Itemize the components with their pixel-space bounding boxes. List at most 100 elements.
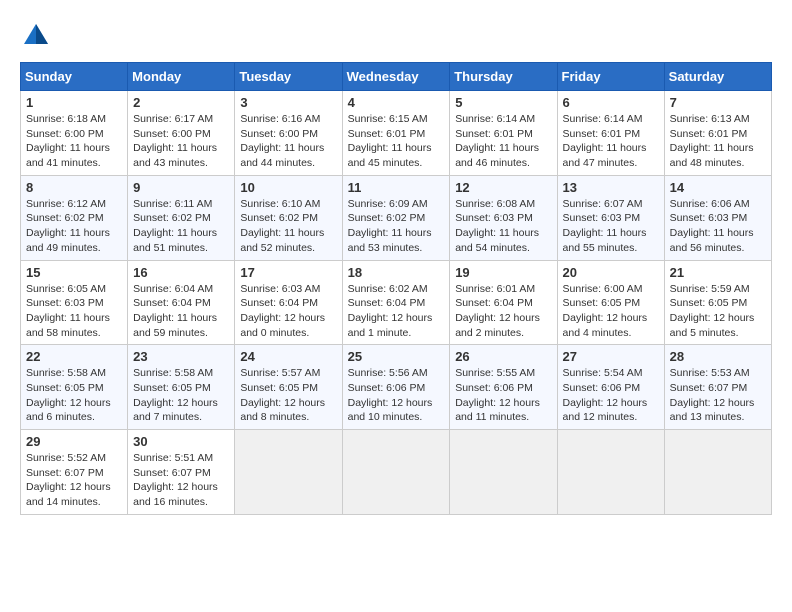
calendar-week-row: 29 Sunrise: 5:52 AMSunset: 6:07 PMDayligh…	[21, 430, 772, 515]
day-number: 12	[455, 180, 551, 195]
calendar-week-row: 1 Sunrise: 6:18 AMSunset: 6:00 PMDaylight…	[21, 91, 772, 176]
day-header-monday: Monday	[128, 63, 235, 91]
day-info: Sunrise: 6:02 AMSunset: 6:04 PMDaylight:…	[348, 282, 445, 341]
calendar-cell: 23 Sunrise: 5:58 AMSunset: 6:05 PMDayligh…	[128, 345, 235, 430]
day-info: Sunrise: 6:14 AMSunset: 6:01 PMDaylight:…	[563, 112, 659, 171]
day-number: 7	[670, 95, 766, 110]
calendar-cell: 25 Sunrise: 5:56 AMSunset: 6:06 PMDayligh…	[342, 345, 450, 430]
logo-icon	[20, 20, 52, 52]
day-number: 6	[563, 95, 659, 110]
calendar-cell: 8 Sunrise: 6:12 AMSunset: 6:02 PMDaylight…	[21, 175, 128, 260]
day-info: Sunrise: 6:06 AMSunset: 6:03 PMDaylight:…	[670, 197, 766, 256]
day-number: 8	[26, 180, 122, 195]
day-info: Sunrise: 5:59 AMSunset: 6:05 PMDaylight:…	[670, 282, 766, 341]
day-number: 23	[133, 349, 229, 364]
calendar-cell: 30 Sunrise: 5:51 AMSunset: 6:07 PMDayligh…	[128, 430, 235, 515]
day-info: Sunrise: 6:16 AMSunset: 6:00 PMDaylight:…	[240, 112, 336, 171]
day-number: 15	[26, 265, 122, 280]
calendar-cell	[450, 430, 557, 515]
page-header	[20, 20, 772, 52]
day-info: Sunrise: 6:07 AMSunset: 6:03 PMDaylight:…	[563, 197, 659, 256]
day-info: Sunrise: 5:52 AMSunset: 6:07 PMDaylight:…	[26, 451, 122, 510]
day-number: 27	[563, 349, 659, 364]
day-number: 17	[240, 265, 336, 280]
calendar-cell	[235, 430, 342, 515]
calendar-cell: 18Sunrise: 6:02 AMSunset: 6:04 PMDayligh…	[342, 260, 450, 345]
calendar-week-row: 15 Sunrise: 6:05 AMSunset: 6:03 PMDayligh…	[21, 260, 772, 345]
day-info: Sunrise: 6:11 AMSunset: 6:02 PMDaylight:…	[133, 197, 229, 256]
calendar-cell: 26 Sunrise: 5:55 AMSunset: 6:06 PMDayligh…	[450, 345, 557, 430]
calendar-cell: 6 Sunrise: 6:14 AMSunset: 6:01 PMDaylight…	[557, 91, 664, 176]
day-number: 25	[348, 349, 445, 364]
logo	[20, 20, 56, 52]
day-number: 26	[455, 349, 551, 364]
calendar-cell: 1 Sunrise: 6:18 AMSunset: 6:00 PMDaylight…	[21, 91, 128, 176]
calendar-cell: 10 Sunrise: 6:10 AMSunset: 6:02 PMDayligh…	[235, 175, 342, 260]
day-info: Sunrise: 6:10 AMSunset: 6:02 PMDaylight:…	[240, 197, 336, 256]
day-number: 2	[133, 95, 229, 110]
calendar-cell: 15 Sunrise: 6:05 AMSunset: 6:03 PMDayligh…	[21, 260, 128, 345]
calendar-cell	[342, 430, 450, 515]
day-number: 3	[240, 95, 336, 110]
calendar-cell: 7 Sunrise: 6:13 AMSunset: 6:01 PMDaylight…	[664, 91, 771, 176]
day-number: 28	[670, 349, 766, 364]
day-info: Sunrise: 5:55 AMSunset: 6:06 PMDaylight:…	[455, 366, 551, 425]
day-info: Sunrise: 5:56 AMSunset: 6:06 PMDaylight:…	[348, 366, 445, 425]
day-info: Sunrise: 5:51 AMSunset: 6:07 PMDaylight:…	[133, 451, 229, 510]
calendar-cell: 21 Sunrise: 5:59 AMSunset: 6:05 PMDayligh…	[664, 260, 771, 345]
calendar-cell: 28 Sunrise: 5:53 AMSunset: 6:07 PMDayligh…	[664, 345, 771, 430]
day-info: Sunrise: 6:04 AMSunset: 6:04 PMDaylight:…	[133, 282, 229, 341]
day-header-tuesday: Tuesday	[235, 63, 342, 91]
calendar-cell: 11Sunrise: 6:09 AMSunset: 6:02 PMDayligh…	[342, 175, 450, 260]
calendar-cell	[664, 430, 771, 515]
calendar-cell: 13Sunrise: 6:07 AMSunset: 6:03 PMDayligh…	[557, 175, 664, 260]
day-number: 21	[670, 265, 766, 280]
calendar-cell: 9 Sunrise: 6:11 AMSunset: 6:02 PMDaylight…	[128, 175, 235, 260]
day-info: Sunrise: 6:13 AMSunset: 6:01 PMDaylight:…	[670, 112, 766, 171]
day-header-wednesday: Wednesday	[342, 63, 450, 91]
day-info: Sunrise: 6:03 AMSunset: 6:04 PMDaylight:…	[240, 282, 336, 341]
day-number: 24	[240, 349, 336, 364]
day-number: 29	[26, 434, 122, 449]
day-number: 19	[455, 265, 551, 280]
day-info: Sunrise: 5:58 AMSunset: 6:05 PMDaylight:…	[133, 366, 229, 425]
day-number: 11	[348, 180, 445, 195]
day-info: Sunrise: 6:05 AMSunset: 6:03 PMDaylight:…	[26, 282, 122, 341]
calendar-header-row: SundayMondayTuesdayWednesdayThursdayFrid…	[21, 63, 772, 91]
day-number: 16	[133, 265, 229, 280]
calendar-cell: 14 Sunrise: 6:06 AMSunset: 6:03 PMDayligh…	[664, 175, 771, 260]
day-info: Sunrise: 6:17 AMSunset: 6:00 PMDaylight:…	[133, 112, 229, 171]
day-number: 1	[26, 95, 122, 110]
day-info: Sunrise: 5:54 AMSunset: 6:06 PMDaylight:…	[563, 366, 659, 425]
day-number: 22	[26, 349, 122, 364]
day-number: 30	[133, 434, 229, 449]
calendar-cell: 19 Sunrise: 6:01 AMSunset: 6:04 PMDayligh…	[450, 260, 557, 345]
day-number: 14	[670, 180, 766, 195]
day-info: Sunrise: 6:18 AMSunset: 6:00 PMDaylight:…	[26, 112, 122, 171]
calendar-cell: 22 Sunrise: 5:58 AMSunset: 6:05 PMDayligh…	[21, 345, 128, 430]
calendar-cell: 24Sunrise: 5:57 AMSunset: 6:05 PMDayligh…	[235, 345, 342, 430]
calendar-week-row: 8 Sunrise: 6:12 AMSunset: 6:02 PMDaylight…	[21, 175, 772, 260]
day-info: Sunrise: 6:08 AMSunset: 6:03 PMDaylight:…	[455, 197, 551, 256]
day-info: Sunrise: 6:12 AMSunset: 6:02 PMDaylight:…	[26, 197, 122, 256]
day-info: Sunrise: 5:53 AMSunset: 6:07 PMDaylight:…	[670, 366, 766, 425]
day-number: 5	[455, 95, 551, 110]
calendar-cell: 3 Sunrise: 6:16 AMSunset: 6:00 PMDaylight…	[235, 91, 342, 176]
day-info: Sunrise: 5:58 AMSunset: 6:05 PMDaylight:…	[26, 366, 122, 425]
calendar-cell: 12 Sunrise: 6:08 AMSunset: 6:03 PMDayligh…	[450, 175, 557, 260]
day-header-sunday: Sunday	[21, 63, 128, 91]
day-header-friday: Friday	[557, 63, 664, 91]
calendar-cell: 20 Sunrise: 6:00 AMSunset: 6:05 PMDayligh…	[557, 260, 664, 345]
day-header-thursday: Thursday	[450, 63, 557, 91]
day-info: Sunrise: 6:14 AMSunset: 6:01 PMDaylight:…	[455, 112, 551, 171]
day-number: 9	[133, 180, 229, 195]
calendar-cell: 29 Sunrise: 5:52 AMSunset: 6:07 PMDayligh…	[21, 430, 128, 515]
calendar-body: 1 Sunrise: 6:18 AMSunset: 6:00 PMDaylight…	[21, 91, 772, 515]
calendar-cell: 4Sunrise: 6:15 AMSunset: 6:01 PMDaylight…	[342, 91, 450, 176]
day-number: 20	[563, 265, 659, 280]
calendar-cell	[557, 430, 664, 515]
day-number: 10	[240, 180, 336, 195]
day-info: Sunrise: 6:00 AMSunset: 6:05 PMDaylight:…	[563, 282, 659, 341]
day-info: Sunrise: 6:01 AMSunset: 6:04 PMDaylight:…	[455, 282, 551, 341]
calendar-week-row: 22 Sunrise: 5:58 AMSunset: 6:05 PMDayligh…	[21, 345, 772, 430]
